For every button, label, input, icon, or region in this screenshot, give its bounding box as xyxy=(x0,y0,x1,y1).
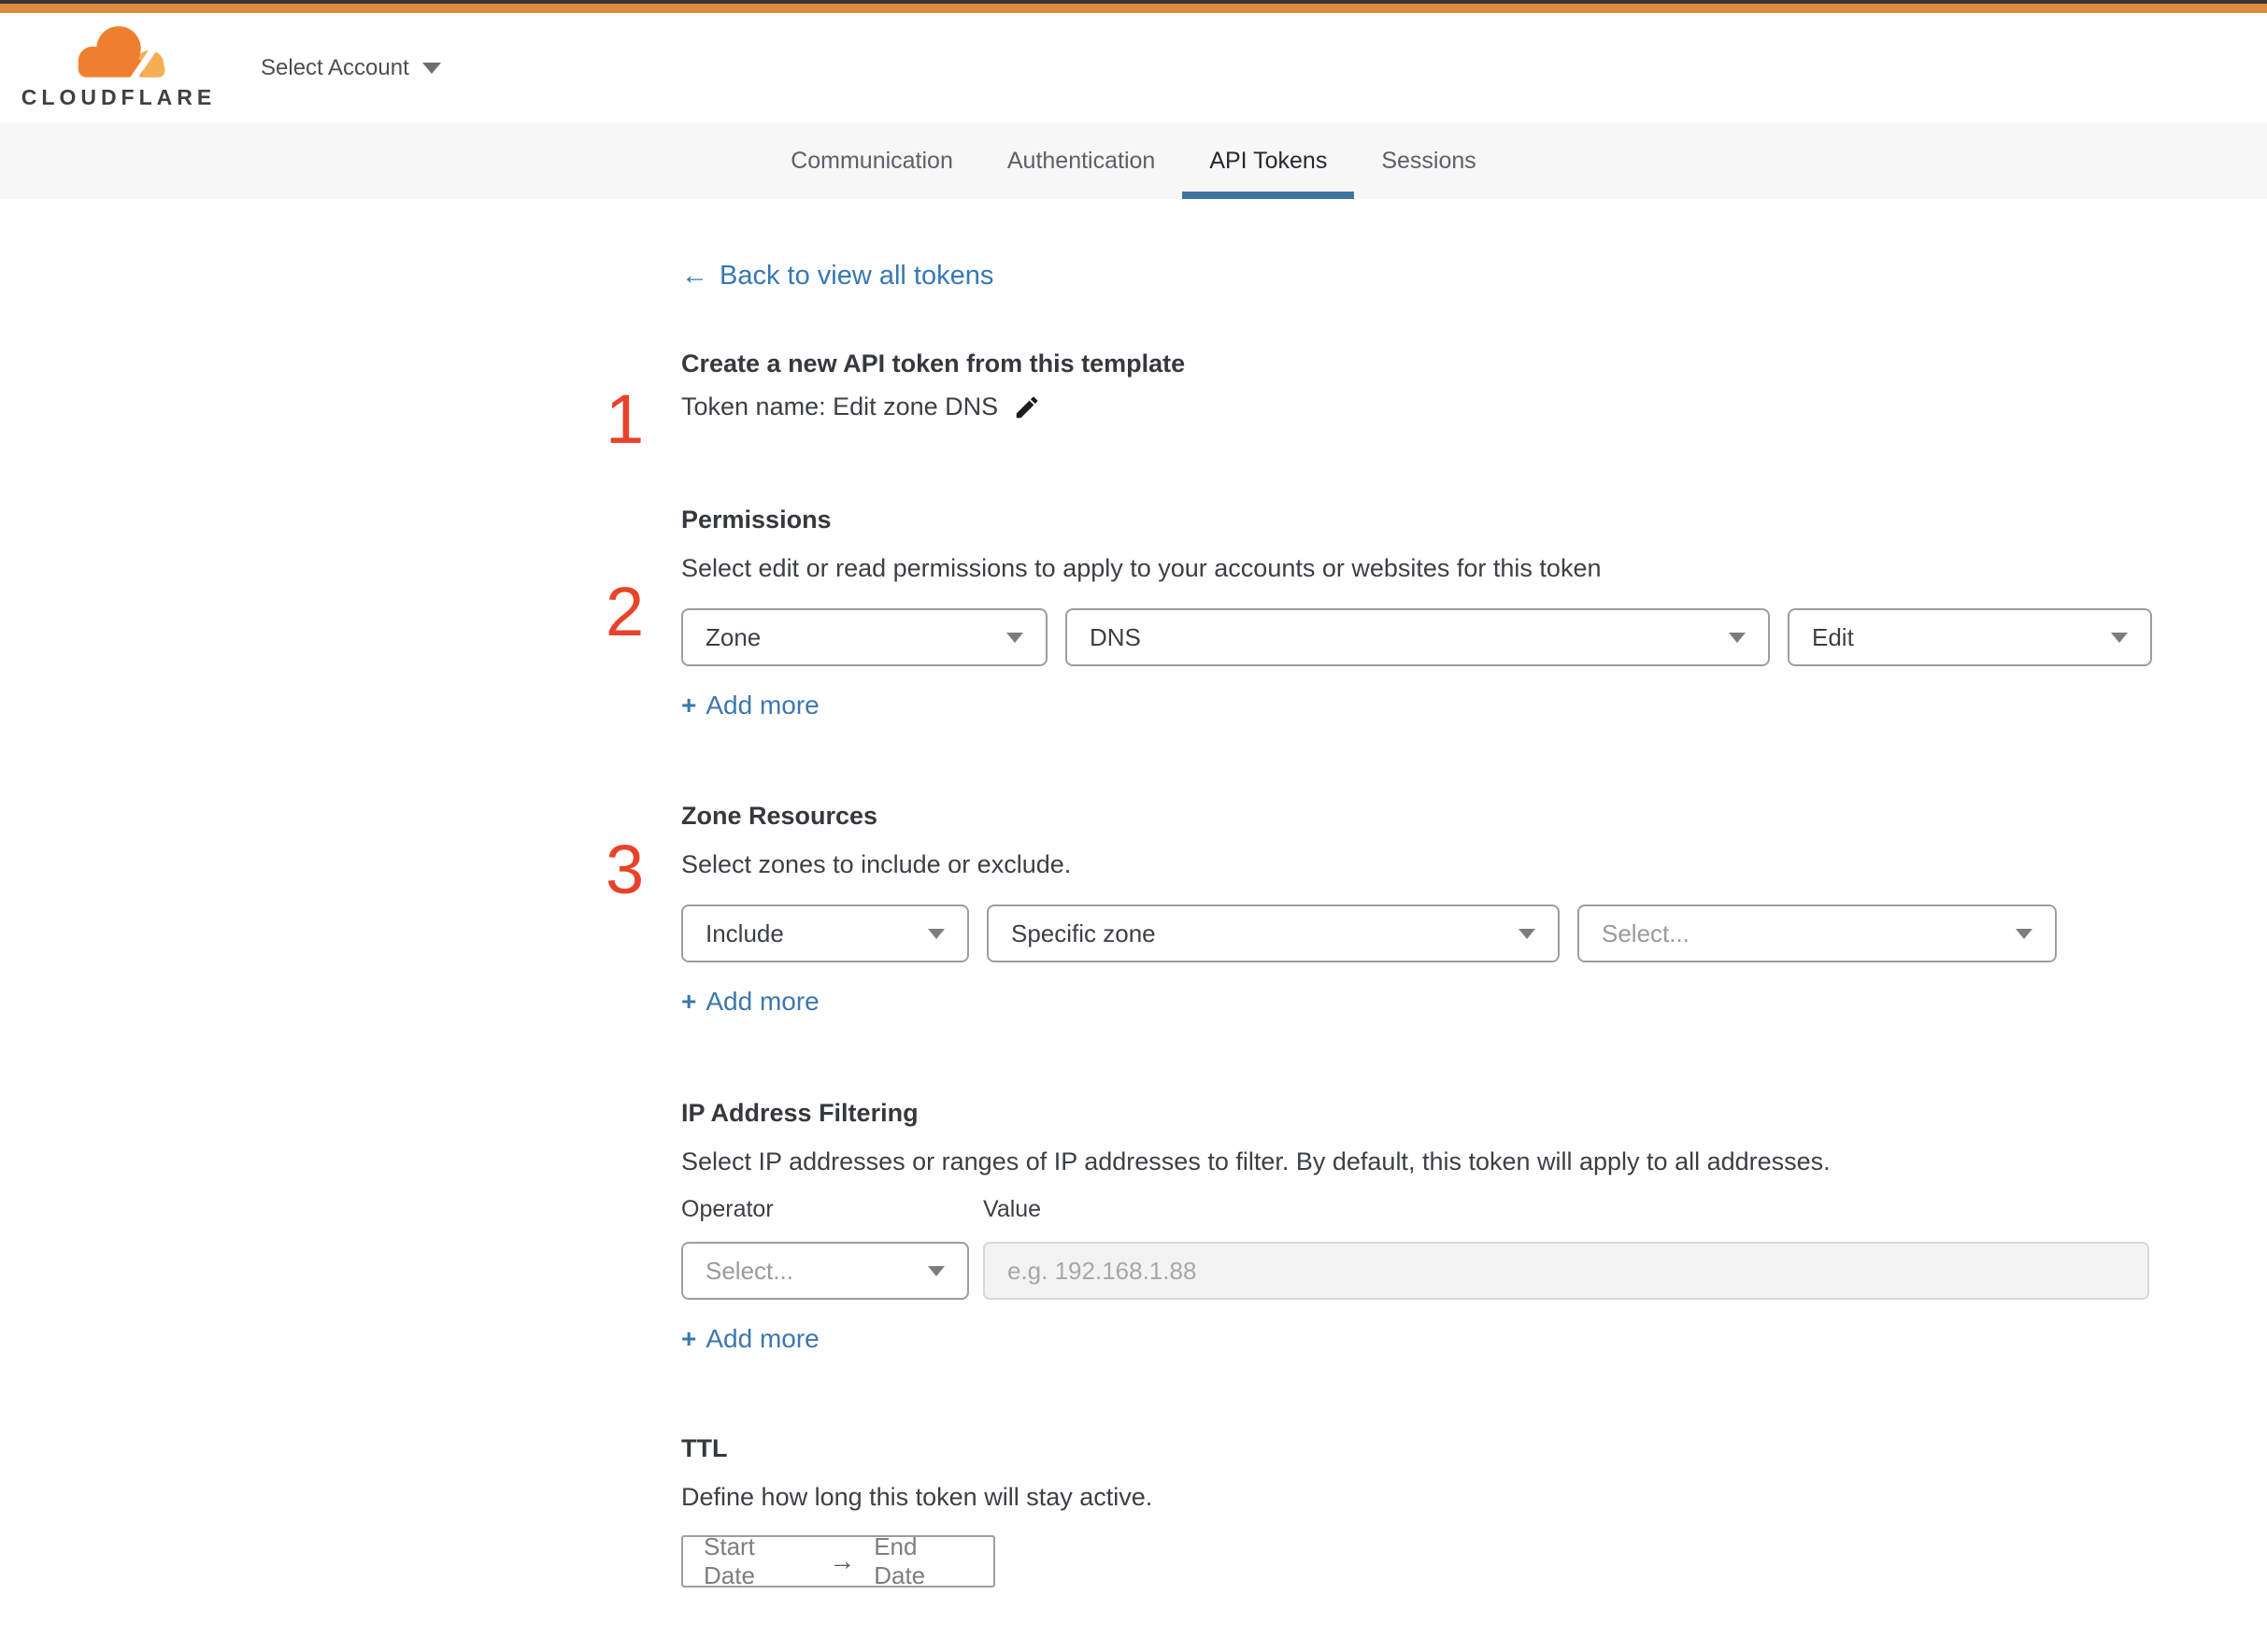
permission-scope-value: Zone xyxy=(706,622,762,651)
value-label: Value xyxy=(983,1196,1042,1222)
permissions-description: Select edit or read permissions to apply… xyxy=(681,554,1602,582)
add-more-label: Add more xyxy=(706,987,820,1016)
add-more-label: Add more xyxy=(706,691,820,719)
permission-resource-select[interactable]: DNS xyxy=(1065,608,1770,666)
permission-scope-select[interactable]: Zone xyxy=(681,608,1048,666)
step-1-marker: 1 xyxy=(606,380,645,458)
account-selector[interactable]: Select Account xyxy=(261,13,441,122)
step-3-marker: 3 xyxy=(606,831,645,908)
chevron-down-icon xyxy=(1729,632,1746,643)
active-tab-underline xyxy=(1182,192,1355,199)
ip-filtering-description: Select IP addresses or ranges of IP addr… xyxy=(681,1147,1831,1175)
ip-filtering-add-more-link[interactable]: + Add more xyxy=(681,1324,820,1354)
cloudflare-wordmark: CLOUDFLARE xyxy=(21,85,217,109)
zone-type-select[interactable]: Specific zone xyxy=(987,904,1560,962)
tab-sessions[interactable]: Sessions xyxy=(1354,122,1503,199)
back-arrow-icon: ← xyxy=(681,261,708,291)
tab-label: API Tokens xyxy=(1209,147,1328,174)
permission-access-value: Edit xyxy=(1812,622,1854,651)
token-template-form: 1 2 3 ← Back to view all tokens Create a… xyxy=(0,199,2267,1652)
chevron-down-icon xyxy=(421,62,441,74)
operator-label: Operator xyxy=(681,1196,774,1222)
plus-icon: + xyxy=(681,691,697,719)
ttl-description: Define how long this token will stay act… xyxy=(681,1483,1153,1511)
tab-authentication[interactable]: Authentication xyxy=(980,122,1182,199)
ttl-date-range-picker[interactable]: Start Date → End Date xyxy=(681,1532,995,1589)
chevron-down-icon xyxy=(1518,928,1535,939)
tab-communication[interactable]: Communication xyxy=(763,122,980,199)
chevron-down-icon xyxy=(2111,632,2128,643)
back-link-label: Back to view all tokens xyxy=(720,261,994,291)
ip-operator-select[interactable]: Select... xyxy=(681,1242,969,1300)
zone-mode-value: Include xyxy=(706,919,784,947)
app-header: CLOUDFLARE Select Account xyxy=(0,13,2267,122)
zone-resources-add-more-link[interactable]: + Add more xyxy=(681,987,820,1017)
chevron-down-icon xyxy=(2016,928,2032,939)
plus-icon: + xyxy=(681,987,697,1016)
brand-accent-bar xyxy=(0,4,2267,13)
ip-operator-placeholder: Select... xyxy=(706,1256,793,1285)
permissions-section: Permissions Select edit or read permissi… xyxy=(681,506,2152,720)
permissions-add-more-link[interactable]: + Add more xyxy=(681,691,820,720)
token-name-text: Token name: Edit zone DNS xyxy=(681,392,999,420)
add-more-label: Add more xyxy=(706,1324,820,1353)
zone-resources-description: Select zones to include or exclude. xyxy=(681,850,1072,878)
ip-filtering-section: IP Address Filtering Select IP addresses… xyxy=(681,1099,2152,1354)
chevron-down-icon xyxy=(928,1265,945,1276)
tab-label: Authentication xyxy=(1006,147,1156,174)
ip-filtering-heading: IP Address Filtering xyxy=(681,1099,919,1127)
profile-tabbar: Communication Authentication API Tokens … xyxy=(0,122,2267,199)
end-date-label: End Date xyxy=(874,1532,926,1589)
chevron-down-icon xyxy=(1006,632,1023,643)
step-2-marker: 2 xyxy=(606,573,645,650)
plus-icon: + xyxy=(681,1324,697,1353)
tab-api-tokens[interactable]: API Tokens xyxy=(1182,122,1355,199)
zone-picker-select[interactable]: Select... xyxy=(1577,904,2057,962)
account-selector-label: Select Account xyxy=(261,54,409,80)
tab-label: Sessions xyxy=(1381,147,1476,174)
permission-resource-value: DNS xyxy=(1090,622,1141,651)
ip-value-input[interactable] xyxy=(983,1242,2149,1300)
page-title: Create a new API token from this templat… xyxy=(681,349,1186,377)
zone-resources-section: Zone Resources Select zones to include o… xyxy=(681,802,2152,1017)
tab-label: Communication xyxy=(791,147,953,174)
ttl-heading: TTL xyxy=(681,1434,728,1462)
permissions-heading: Permissions xyxy=(681,506,832,534)
start-date-label: Start Date xyxy=(704,1532,755,1589)
permission-access-select[interactable]: Edit xyxy=(1788,608,2152,666)
chevron-down-icon xyxy=(928,928,945,939)
zone-resources-heading: Zone Resources xyxy=(681,802,878,830)
ttl-section: TTL Define how long this token will stay… xyxy=(681,1434,2152,1589)
zone-mode-select[interactable]: Include xyxy=(681,904,969,962)
edit-pencil-icon[interactable] xyxy=(1013,393,1041,421)
zone-picker-placeholder: Select... xyxy=(1602,919,1690,947)
cloudflare-cloud-icon xyxy=(70,26,167,84)
back-to-tokens-link[interactable]: ← Back to view all tokens xyxy=(681,261,993,292)
arrow-right-icon: → xyxy=(829,1546,856,1575)
cloudflare-logo[interactable]: CLOUDFLARE xyxy=(21,22,211,110)
zone-type-value: Specific zone xyxy=(1011,919,1156,947)
